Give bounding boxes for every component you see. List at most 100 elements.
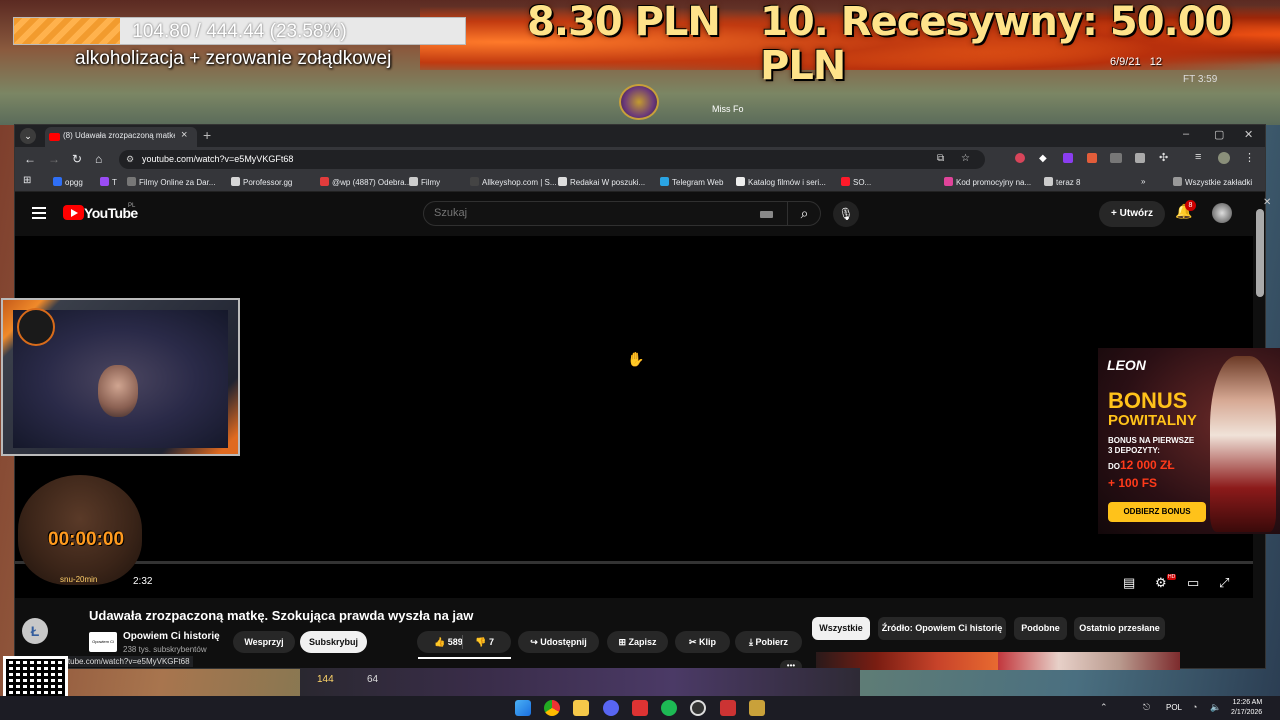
ad-cta-button[interactable]: ODBIERZ BONUS (1108, 502, 1206, 522)
recommended-thumbnail[interactable] (998, 652, 1180, 670)
bookmark-item[interactable]: T (100, 177, 117, 187)
bookmark-star-icon[interactable]: ☆ (961, 153, 970, 164)
window-close-icon[interactable]: ✕ (1244, 128, 1253, 141)
like-button[interactable]: 👍 589 (434, 637, 463, 647)
bookmark-item[interactable]: Allkeyshop.com | S... (470, 177, 557, 187)
keyboard-icon[interactable] (760, 211, 773, 218)
all-bookmarks[interactable]: Wszystkie zakładki (1173, 177, 1252, 187)
volume-icon[interactable]: 🔈 (1210, 702, 1221, 713)
chip-all[interactable]: Wszystkie (812, 617, 870, 640)
create-button[interactable]: + Utwórz (1099, 201, 1165, 227)
settings-gear-icon[interactable]: ⚙ (1155, 575, 1167, 591)
channel-name[interactable]: Opowiem Ci historię (123, 631, 220, 642)
join-button[interactable]: Wesprzyj (233, 631, 295, 653)
tab-close-icon[interactable]: × (181, 129, 187, 141)
page-scrollbar[interactable] (1256, 209, 1264, 297)
bookmark-item[interactable]: Filmy (409, 177, 440, 187)
usb-icon[interactable]: ⎋ (1143, 702, 1150, 713)
bookmark-favicon-icon (736, 177, 745, 186)
youtube-favicon-icon (49, 133, 60, 141)
forward-icon[interactable]: → (48, 152, 60, 166)
notifications-badge: 8 (1185, 200, 1196, 211)
voice-search-icon[interactable]: 🎙 (833, 201, 859, 227)
bookmark-item[interactable]: teraz 8 (1044, 177, 1080, 187)
keyboard-language[interactable]: POL (1166, 703, 1182, 712)
spotify-icon[interactable] (661, 700, 677, 716)
bookmark-item[interactable]: SO... (841, 177, 871, 187)
back-icon[interactable]: ← (24, 152, 36, 166)
home-icon[interactable]: ⌂ (95, 152, 102, 166)
bookmark-label: opgg (65, 178, 83, 187)
fullscreen-icon[interactable]: ⤢ (1219, 575, 1229, 591)
youtube-logo-icon[interactable] (63, 205, 84, 220)
extension-orange-icon[interactable] (1087, 153, 1097, 163)
channel-avatar[interactable]: Opowiem Ci historię (89, 632, 117, 664)
tab-youtube[interactable]: (8) Udawała zrozpaczoną matkę × (45, 127, 197, 147)
chip-similar[interactable]: Podobne (1014, 617, 1067, 640)
theater-mode-icon[interactable]: ▭ (1187, 575, 1199, 591)
account-avatar[interactable] (1212, 203, 1232, 223)
bookmark-item[interactable]: Porofessor.gg (231, 177, 292, 187)
close-icon[interactable]: ✕ (1263, 197, 1271, 208)
bookmark-item[interactable]: opgg (53, 177, 83, 187)
bookmark-item[interactable]: Kod promocyjny na... (944, 177, 1031, 187)
league-icon[interactable] (749, 700, 765, 716)
tab-search-icon[interactable]: ⌄ (20, 128, 36, 144)
address-bar[interactable]: ⚙ youtube.com/watch?v=e5MyVKGFt68 ☆ ⧉ (119, 150, 985, 169)
bookmark-item[interactable]: @wp (4887) Odebra... (320, 177, 411, 187)
extension-icon[interactable] (1015, 153, 1025, 163)
extension-diamond-icon[interactable]: ◆ (1039, 153, 1047, 164)
new-tab-icon[interactable]: + (203, 127, 211, 143)
extensions-puzzle-icon[interactable]: ✣ (1159, 151, 1168, 164)
subtitles-icon[interactable]: ▤ (1123, 575, 1135, 591)
maximize-icon[interactable]: ▢ (1214, 128, 1224, 141)
reload-icon[interactable]: ↻ (72, 152, 82, 166)
site-info-icon[interactable]: ⚙ (126, 154, 134, 165)
extension-slash-icon[interactable] (1135, 153, 1145, 163)
app-icon[interactable] (632, 700, 648, 716)
start-icon[interactable] (515, 700, 531, 716)
riot-client-icon[interactable] (720, 700, 736, 716)
search-icon[interactable]: ⌕ (787, 202, 821, 225)
chrome-icon[interactable] (544, 700, 560, 716)
browser-menu-icon[interactable]: ⋮ (1244, 151, 1255, 164)
download-button[interactable]: ⤓ Pobierz (735, 631, 802, 653)
game-hud-bottom (300, 668, 860, 696)
game-level: 64 (367, 674, 379, 685)
dislike-count: 7 (488, 637, 494, 647)
minimize-icon[interactable]: – (1183, 128, 1189, 140)
reading-list-icon[interactable]: ≡ (1195, 151, 1201, 163)
ad-copy: BONUS NA PIERWSZE 3 DEPOZYTY: (1108, 436, 1195, 455)
clip-button[interactable]: ✂ Klip (675, 631, 730, 653)
tray-overflow-icon[interactable]: ⌃ (1100, 702, 1108, 713)
bookmark-item[interactable]: Telegram Web (660, 177, 723, 187)
chip-source[interactable]: Źródło: Opowiem Ci historię (878, 617, 1006, 640)
hamburger-menu-icon[interactable] (32, 207, 46, 219)
apps-icon[interactable]: ⊞ (23, 175, 31, 186)
bookmark-item[interactable]: Katalog filmów i seri... (736, 177, 826, 187)
save-button[interactable]: ⊞ Zapisz (607, 631, 668, 653)
profile-icon[interactable] (1218, 152, 1230, 164)
bookmark-label: Filmy (421, 178, 441, 187)
search-input[interactable] (434, 207, 734, 219)
obs-icon[interactable] (690, 700, 706, 716)
like-dislike-group: 👍 589 👎 7 (417, 631, 511, 653)
wifi-icon[interactable]: ◔ (1192, 702, 1197, 712)
file-explorer-icon[interactable] (573, 700, 589, 716)
address-text: youtube.com/watch?v=e5MyVKGFt68 (142, 154, 294, 164)
extension-gray-icon[interactable] (1110, 153, 1122, 163)
clock[interactable]: 12:26 AM 2/17/2026 (1231, 698, 1262, 718)
share-button[interactable]: ↪ Udostępnij (518, 631, 599, 653)
casino-ad-banner[interactable]: LEON BONUS POWITALNY BONUS NA PIERWSZE 3… (1098, 348, 1280, 534)
bookmark-favicon-icon (660, 177, 669, 186)
bookmark-item[interactable]: Redakai W poszuki... (558, 177, 645, 187)
bookmark-item[interactable]: Filmy Online za Dar... (127, 177, 215, 187)
subscribe-button[interactable]: Subskrybuj (300, 631, 367, 653)
video-progress-bar[interactable] (15, 561, 1253, 564)
dislike-button[interactable]: 👎 7 (475, 637, 494, 647)
bookmarks-overflow-icon[interactable]: » (1141, 177, 1145, 186)
chip-recent[interactable]: Ostatnio przesłane (1074, 617, 1165, 640)
install-app-icon[interactable]: ⧉ (937, 153, 944, 164)
discord-icon[interactable] (603, 700, 619, 716)
extension-purple-icon[interactable] (1063, 153, 1073, 163)
